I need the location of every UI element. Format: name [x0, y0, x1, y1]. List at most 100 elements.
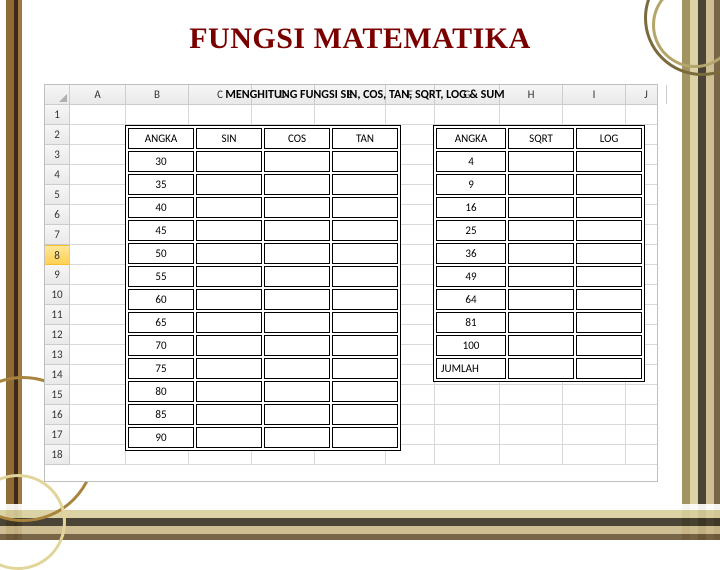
- cell[interactable]: [563, 385, 626, 405]
- cell[interactable]: [435, 425, 500, 445]
- cell[interactable]: [563, 425, 626, 445]
- cell[interactable]: [70, 105, 126, 125]
- row-header-12[interactable]: 12: [45, 325, 70, 345]
- table-sqrt-log: ANGKASQRTLOG49162536496481100JUMLAH: [433, 125, 645, 382]
- cell[interactable]: [435, 105, 500, 125]
- cell[interactable]: [70, 345, 126, 365]
- row-header-4[interactable]: 4: [45, 165, 70, 185]
- cell[interactable]: [500, 105, 563, 125]
- row-header-18[interactable]: 18: [45, 445, 70, 465]
- angka-cell: 35: [128, 174, 194, 195]
- empty-cell: [196, 266, 262, 287]
- cell[interactable]: [70, 405, 126, 425]
- angka-cell: 90: [128, 427, 194, 448]
- empty-cell: [332, 266, 398, 287]
- row-header-13[interactable]: 13: [45, 345, 70, 365]
- row-header-3[interactable]: 3: [45, 145, 70, 165]
- row-header-9[interactable]: 9: [45, 265, 70, 285]
- empty-cell: [264, 404, 330, 425]
- empty-cell: [508, 220, 574, 241]
- empty-cell: [508, 151, 574, 172]
- cell[interactable]: [70, 385, 126, 405]
- empty-cell: [332, 243, 398, 264]
- empty-cell: [576, 220, 642, 241]
- row-header-5[interactable]: 5: [45, 185, 70, 205]
- empty-cell: [196, 358, 262, 379]
- row-header-10[interactable]: 10: [45, 285, 70, 305]
- cell[interactable]: [70, 305, 126, 325]
- cell[interactable]: [70, 145, 126, 165]
- spreadsheet: ABCDEFGHIJ 123456789101112131415161718 M…: [44, 84, 658, 482]
- cell[interactable]: [70, 125, 126, 145]
- table-row: 9: [436, 174, 642, 195]
- cell[interactable]: [70, 425, 126, 445]
- table-row: 16: [436, 197, 642, 218]
- table-row: 35: [128, 174, 398, 195]
- cell[interactable]: [70, 325, 126, 345]
- cell[interactable]: [70, 205, 126, 225]
- cell[interactable]: [70, 445, 126, 465]
- col-header-j[interactable]: J: [626, 85, 667, 104]
- cell[interactable]: [626, 445, 657, 465]
- cell[interactable]: [563, 405, 626, 425]
- cell[interactable]: [435, 385, 500, 405]
- cell[interactable]: [626, 105, 657, 125]
- cell[interactable]: [626, 425, 657, 445]
- cell[interactable]: [126, 105, 189, 125]
- cell[interactable]: [70, 225, 126, 245]
- empty-cell: [264, 381, 330, 402]
- cell[interactable]: [563, 445, 626, 465]
- row-header-17[interactable]: 17: [45, 425, 70, 445]
- cell[interactable]: [500, 445, 563, 465]
- cell[interactable]: [70, 165, 126, 185]
- empty-cell: [508, 358, 574, 379]
- empty-cell: [576, 289, 642, 310]
- row-header-8[interactable]: 8: [45, 245, 70, 265]
- cell[interactable]: [70, 365, 126, 385]
- angka-cell: 45: [128, 220, 194, 241]
- row-header-7[interactable]: 7: [45, 225, 70, 245]
- cell[interactable]: [435, 405, 500, 425]
- row-header-15[interactable]: 15: [45, 385, 70, 405]
- col-header-a[interactable]: A: [70, 85, 126, 104]
- empty-cell: [508, 243, 574, 264]
- row-header-14[interactable]: 14: [45, 365, 70, 385]
- row-header-16[interactable]: 16: [45, 405, 70, 425]
- empty-cell: [196, 312, 262, 333]
- cell[interactable]: [500, 425, 563, 445]
- empty-cell: [264, 220, 330, 241]
- cell[interactable]: [435, 445, 500, 465]
- cell[interactable]: [626, 405, 657, 425]
- cell[interactable]: [315, 105, 386, 125]
- row-header-1[interactable]: 1: [45, 105, 70, 125]
- angka-cell: 30: [128, 151, 194, 172]
- cell[interactable]: [252, 105, 315, 125]
- table-row: 45: [128, 220, 398, 241]
- row-header-2[interactable]: 2: [45, 125, 70, 145]
- cell[interactable]: [70, 265, 126, 285]
- table-row: 25: [436, 220, 642, 241]
- table-row: 49: [436, 266, 642, 287]
- empty-cell: [576, 312, 642, 333]
- cell[interactable]: [70, 185, 126, 205]
- cell[interactable]: [386, 105, 435, 125]
- row-header-6[interactable]: 6: [45, 205, 70, 225]
- cell[interactable]: [500, 405, 563, 425]
- table-row: 50: [128, 243, 398, 264]
- cell[interactable]: [563, 105, 626, 125]
- cell[interactable]: [70, 285, 126, 305]
- cell[interactable]: [626, 385, 657, 405]
- select-all-button[interactable]: [45, 85, 70, 104]
- empty-cell: [264, 312, 330, 333]
- empty-cell: [576, 197, 642, 218]
- cell[interactable]: [189, 105, 252, 125]
- cell[interactable]: [70, 245, 126, 265]
- empty-cell: [332, 174, 398, 195]
- angka-cell: 25: [436, 220, 506, 241]
- table-header-cell: ANGKA: [128, 128, 194, 149]
- row-header-11[interactable]: 11: [45, 305, 70, 325]
- angka-cell: 75: [128, 358, 194, 379]
- cell[interactable]: [500, 385, 563, 405]
- empty-cell: [576, 335, 642, 356]
- table-row: 30: [128, 151, 398, 172]
